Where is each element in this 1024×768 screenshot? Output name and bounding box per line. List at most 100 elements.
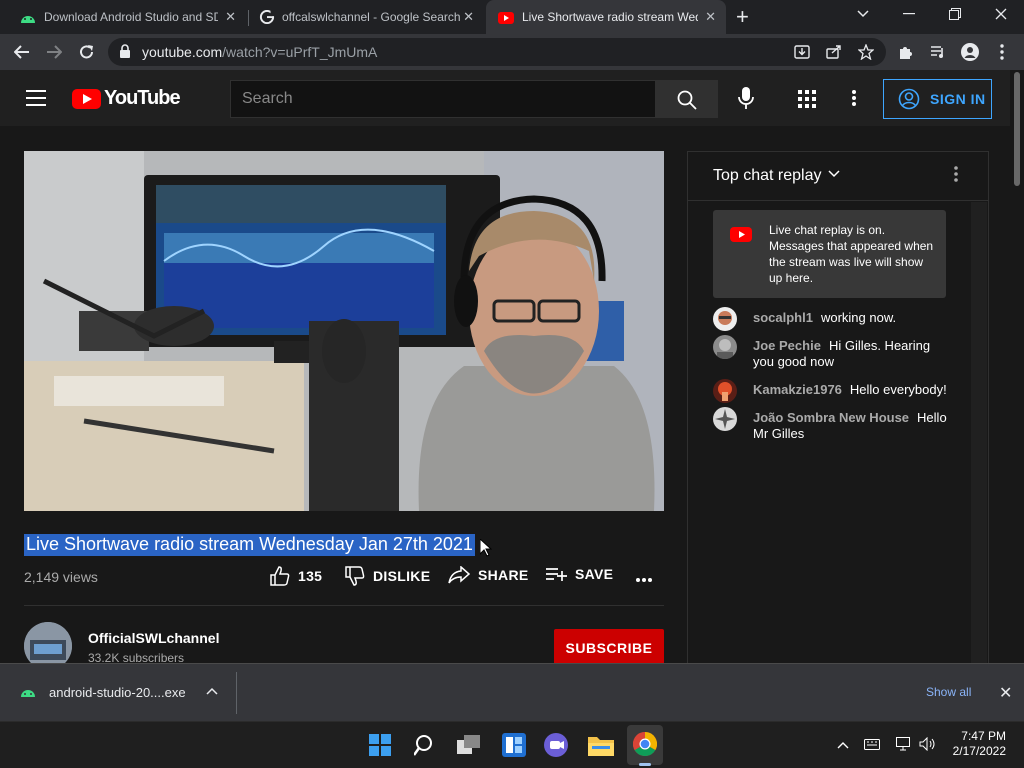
tab-youtube[interactable]: Live Shortwave radio stream Wednesday Ja… [486,0,726,34]
mouse-cursor-icon [480,539,492,557]
youtube-header: YouTube SIGN IN [0,70,1010,126]
playlist-add-icon [546,568,567,581]
chrome-icon[interactable] [633,732,657,756]
chat-author: João Sombra New House [753,410,910,425]
thumbs-up-icon [270,566,290,586]
chat-text: Hello everybody! [849,382,947,397]
screen: Download Android Studio and SDK tools ✕ … [0,0,1024,768]
youtube-logo[interactable]: YouTube [72,87,181,110]
install-app-icon[interactable] [794,45,810,59]
tab-title: Download Android Studio and SDK tools [44,10,218,24]
sign-in-label: SIGN IN [930,91,986,107]
share-button[interactable]: SHARE [448,566,529,584]
volume-icon[interactable] [919,737,937,751]
clock-time: 7:47 PM [961,729,1006,743]
reload-icon[interactable] [79,44,95,60]
tab-strip: Download Android Studio and SDK tools ✕ … [0,0,1024,34]
channel-name[interactable]: OfficialSWLchannel [88,630,219,646]
search-box [230,80,656,118]
windows-taskbar: 7:47 PM 2/17/2022 [0,721,1024,768]
android-icon [21,690,35,697]
minimize-icon[interactable] [903,13,915,15]
dislike-label: DISLIKE [373,568,431,584]
close-download-bar-icon[interactable]: ✕ [999,683,1012,703]
back-arrow-icon[interactable] [14,45,30,59]
sign-in-button[interactable]: SIGN IN [883,79,992,119]
url-host: youtube.com [142,44,223,60]
youtube-icon [730,227,752,242]
divider [24,605,664,606]
chat-author: Joe Pechie [753,338,821,353]
chat-author: Kamakzie1976 [753,382,842,397]
address-bar[interactable]: youtube.com/watch?v=uPrfT_JmUmA [108,38,886,66]
tab-title: offcalswlchannel - Google Search [282,10,461,24]
subscribe-button[interactable]: SUBSCRIBE [554,629,664,666]
bookmark-star-icon[interactable] [858,44,874,60]
widgets-icon[interactable] [502,733,526,757]
teams-chat-icon[interactable] [544,733,568,757]
lock-icon[interactable] [120,44,130,58]
restore-icon[interactable] [949,8,961,20]
close-icon[interactable]: ✕ [463,9,474,25]
media-queue-icon[interactable] [930,44,946,60]
tab-android-studio[interactable]: Download Android Studio and SDK tools ✕ [0,0,246,34]
close-icon[interactable]: ✕ [225,9,236,25]
file-explorer-icon[interactable] [588,734,614,756]
search-icon[interactable] [414,734,436,756]
apps-grid-icon[interactable] [798,90,816,108]
settings-more-icon[interactable] [852,90,856,106]
video-title: Live Shortwave radio stream Wednesday Ja… [24,534,475,556]
youtube-icon [498,12,514,24]
chrome-menu-icon[interactable] [1000,44,1004,60]
show-all-button[interactable]: Show all [926,685,971,699]
menu-icon[interactable] [26,90,46,106]
keyboard-icon[interactable] [864,739,880,750]
windows-start-icon[interactable] [369,734,391,756]
download-item[interactable]: android-studio-20....exe [49,685,186,700]
live-chat-panel: Top chat replay Live chat replay is on. … [687,151,989,671]
tab-search-chevron-icon[interactable] [856,9,870,19]
url-text: youtube.com/watch?v=uPrfT_JmUmA [142,44,377,60]
google-icon [259,10,275,24]
window-close-icon[interactable] [995,8,1007,20]
avatar [713,307,737,331]
network-icon[interactable] [896,737,912,751]
notice-text: Live chat replay is on. Messages that ap… [769,223,934,285]
search-icon [677,90,697,110]
system-clock[interactable]: 7:47 PM 2/17/2022 [946,729,1006,759]
running-indicator [639,763,651,766]
forward-arrow-icon[interactable] [46,45,62,59]
youtube-play-icon [72,88,101,109]
new-tab-button[interactable]: + [736,4,749,30]
show-hidden-icons-chevron-icon[interactable] [837,741,849,749]
tab-separator [248,10,249,26]
close-icon[interactable]: ✕ [705,9,716,25]
task-view-icon[interactable] [457,734,481,756]
account-circle-icon [898,88,920,110]
dislike-button[interactable]: DISLIKE [345,566,430,586]
share-page-icon[interactable] [826,45,842,59]
chevron-up-icon[interactable] [206,687,218,695]
chat-mode-selector[interactable]: Top chat replay [713,167,822,185]
profile-icon[interactable] [961,43,979,61]
search-button[interactable] [655,80,718,118]
page-scrollbar[interactable] [1010,70,1024,663]
separator [236,672,237,714]
save-button[interactable]: SAVE [545,566,613,582]
avatar [713,407,737,431]
search-input[interactable] [231,81,655,117]
microphone-icon[interactable] [738,87,754,109]
video-player[interactable] [24,151,664,511]
more-actions-icon[interactable] [636,578,652,582]
thumbs-down-icon [345,566,365,586]
chat-scrollbar[interactable] [971,202,987,670]
chevron-down-icon[interactable] [828,170,840,178]
tab-google-search[interactable]: offcalswlchannel - Google Search ✕ [250,0,484,34]
chat-more-icon[interactable] [954,166,958,182]
extensions-puzzle-icon[interactable] [898,44,914,60]
like-button[interactable]: 135 [270,566,322,586]
chat-author: socalphl1 [753,310,813,325]
video-frame-image [24,151,664,511]
scrollbar-thumb[interactable] [1014,72,1020,186]
share-label: SHARE [478,567,529,583]
